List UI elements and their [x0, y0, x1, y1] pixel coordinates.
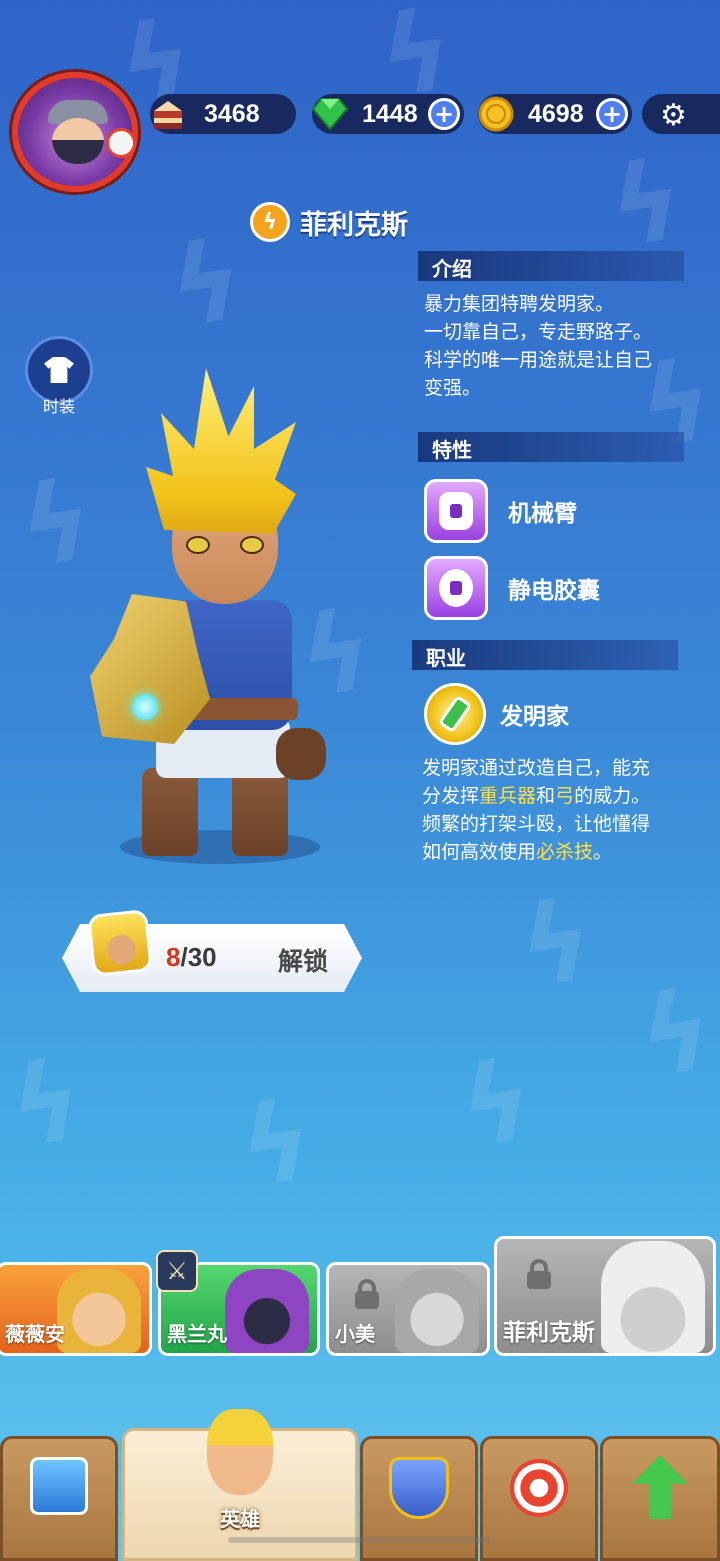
highlight-bow: 弓: [555, 785, 575, 807]
hero-fist: [276, 728, 326, 780]
nav-label-heroes: 英雄: [220, 1507, 260, 1531]
shop-icon: [30, 1457, 88, 1515]
gem-count: 1448: [362, 100, 418, 128]
job-header: 职业: [412, 640, 678, 670]
job-desc-line: 频繁的打架斗殴，让他懂得: [422, 813, 651, 835]
traits-header: 特性: [418, 432, 684, 462]
hero-boot: [142, 768, 198, 856]
intro-line: 科学的唯一用途就是让自己: [424, 349, 653, 371]
mechanical-arm-icon: [424, 479, 488, 543]
unlock-label: 解锁: [278, 947, 329, 976]
hero-hair: [146, 368, 296, 534]
shard-current: 8: [166, 942, 181, 972]
settings-button[interactable]: ⚙: [642, 94, 720, 134]
background-bolt-decoration: ϟ: [631, 965, 720, 1103]
job-desc-line: 发明家通过改造自己，能充: [422, 757, 651, 779]
nav-tab-shop[interactable]: [0, 1436, 118, 1561]
coin-icon: [474, 92, 518, 136]
gem-resource: 1448 +: [311, 94, 464, 134]
highlight-heavy-weapon: 重兵器: [479, 785, 537, 807]
home-indicator[interactable]: [228, 1537, 490, 1543]
add-coins-button[interactable]: +: [596, 98, 628, 130]
intro-line: 暴力集团特聘发明家。: [424, 293, 615, 315]
gear-icon: ⚙: [660, 98, 687, 133]
nav-tab-target[interactable]: [480, 1436, 598, 1561]
intro-line: 一切靠自己，专走野路子。: [424, 321, 653, 343]
hero-shard-icon: [86, 909, 154, 977]
highlight-ultimate: 必杀技: [536, 841, 594, 863]
hero-card-xiaomei[interactable]: 小美: [326, 1262, 490, 1356]
background-bolt-decoration: ϟ: [1, 1035, 92, 1173]
hero-card-name: 黑兰丸: [167, 1322, 227, 1346]
cake-count: 3468: [204, 100, 260, 128]
background-bolt-decoration: ϟ: [231, 1075, 322, 1213]
shirt-icon: [44, 357, 74, 383]
hero-eye: [240, 536, 264, 554]
gem-icon: [308, 92, 352, 136]
hero-name: 菲利克斯: [300, 209, 408, 241]
lightning-icon: ϟ: [250, 202, 290, 242]
hero-title: ϟ 菲利克斯: [250, 200, 408, 244]
hero-model[interactable]: [80, 368, 340, 868]
background-bolt-decoration: ϟ: [161, 215, 252, 353]
player-avatar[interactable]: [12, 72, 138, 192]
hero-card-name: 小美: [335, 1322, 375, 1346]
lock-icon: [355, 1279, 379, 1309]
hero-card-name: 薇薇安: [5, 1322, 65, 1346]
intro-header: 介绍: [418, 251, 684, 281]
traits-header-label: 特性: [432, 438, 472, 462]
crossed-swords-icon: ⚔: [156, 1250, 198, 1292]
shield-swords-icon: [389, 1457, 449, 1519]
target-icon: [510, 1459, 568, 1517]
lock-icon: [527, 1259, 551, 1289]
shard-total: /30: [180, 942, 217, 972]
intro-text: 暴力集团特聘发明家。 一切靠自己，专走野路子。 科学的唯一用途就是让自己 变强。: [424, 290, 694, 402]
hero-boot: [232, 768, 288, 856]
wrench-icon: [424, 683, 486, 745]
felix-portrait: [601, 1241, 705, 1353]
trait-name: 机械臂: [508, 501, 577, 527]
job-desc-line: 如何高效使用必杀技。: [422, 841, 613, 863]
background-bolt-decoration: ϟ: [511, 875, 602, 1013]
avatar-ball-icon: [106, 128, 136, 158]
hero-face-icon: [207, 1409, 273, 1495]
heilanwan-portrait: [225, 1269, 309, 1353]
up-arrow-icon: [632, 1455, 688, 1519]
cake-resource: 3468: [150, 94, 296, 134]
static-capsule-icon: [424, 556, 488, 620]
trait-name: 静电胶囊: [508, 578, 600, 604]
hero-eye: [186, 536, 210, 554]
job-name: 发明家: [500, 704, 569, 730]
intro-line: 变强。: [424, 377, 482, 399]
job-header-label: 职业: [426, 646, 466, 670]
coin-resource: 4698 +: [478, 94, 632, 134]
trait-mechanical-arm[interactable]: 机械臂: [424, 479, 577, 543]
job-desc-line: 分发挥重兵器和弓的威力。: [422, 785, 651, 807]
job-inventor[interactable]: 发明家: [424, 682, 569, 746]
coin-count: 4698: [528, 100, 584, 128]
job-description: 发明家通过改造自己，能充 分发挥重兵器和弓的威力。 频繁的打架斗殴，让他懂得 如…: [422, 754, 702, 866]
shard-progress: 8/30: [166, 942, 217, 973]
hero-card-vivian[interactable]: 薇薇安: [0, 1262, 152, 1356]
avatar-mask: [52, 140, 104, 164]
background-bolt-decoration: ϟ: [451, 1035, 542, 1173]
vivian-portrait: [57, 1269, 141, 1353]
xiaomei-portrait: [395, 1269, 479, 1353]
nav-tab-upgrade[interactable]: [600, 1436, 720, 1561]
trait-static-capsule[interactable]: 静电胶囊: [424, 556, 600, 620]
hero-card-name: 菲利克斯: [503, 1320, 595, 1346]
arm-core-glow: [132, 694, 158, 720]
cake-icon: [146, 92, 190, 136]
intro-header-label: 介绍: [432, 257, 472, 281]
hero-card-felix[interactable]: 菲利克斯: [494, 1236, 716, 1356]
add-gems-button[interactable]: +: [428, 98, 460, 130]
